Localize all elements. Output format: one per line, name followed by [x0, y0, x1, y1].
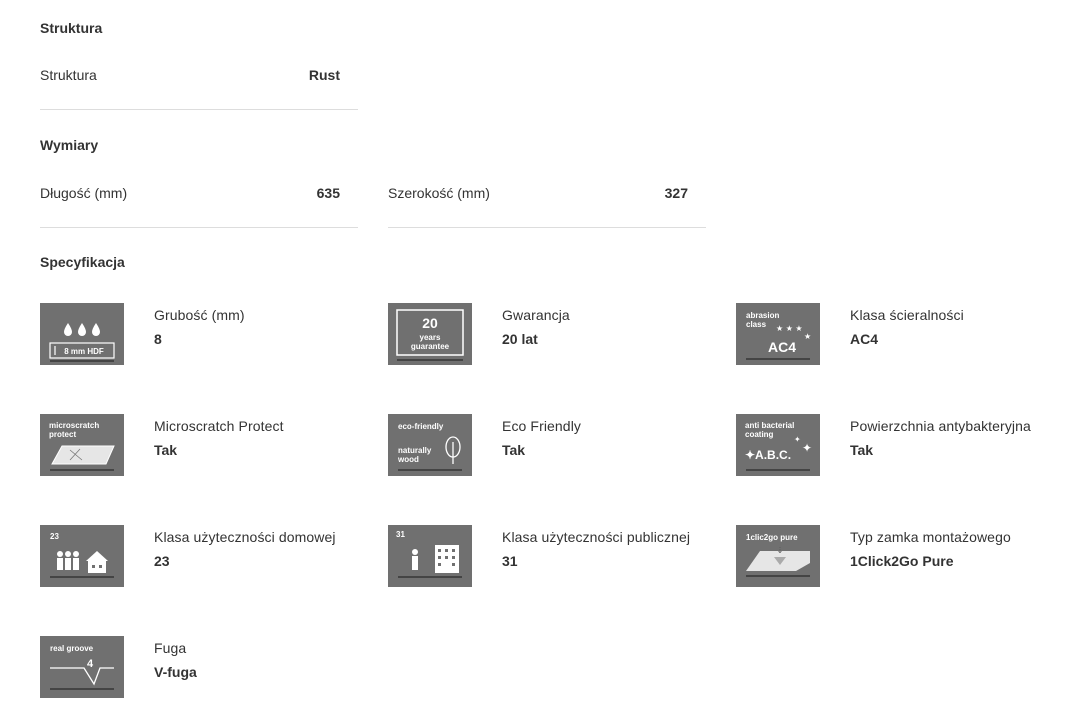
- width-value: 327: [664, 185, 688, 201]
- spec-value: 31: [502, 553, 518, 569]
- spec-label: Fuga: [154, 640, 187, 656]
- svg-text:⇣: ⇣: [777, 546, 784, 555]
- thickness-icon-text: 8 mm HDF: [64, 347, 104, 356]
- width-row: Szerokość (mm) 327: [388, 185, 706, 228]
- spec-abrasion-class: abrasion class ★ ★ ★ ★ AC4 Klasa ścieral…: [736, 303, 1076, 365]
- svg-text:✦: ✦: [802, 441, 812, 455]
- abrasion-class-icon: abrasion class ★ ★ ★ ★ AC4: [736, 303, 820, 365]
- spec-label: Gwarancja: [502, 307, 570, 323]
- antibacterial-icon: anti bacterial coating ✦A.B.C. ✦ ✦: [736, 414, 820, 476]
- width-label: Szerokość (mm): [388, 185, 490, 201]
- spec-value: 1Click2Go Pure: [850, 553, 954, 569]
- spec-label: Microscratch Protect: [154, 418, 284, 434]
- svg-text:abrasion: abrasion: [746, 311, 779, 320]
- spec-eco-friendly: eco-friendly naturally wood Eco Friendly…: [388, 414, 728, 476]
- spec-value: V-fuga: [154, 664, 197, 680]
- spec-label: Grubość (mm): [154, 307, 245, 323]
- spec-value: Tak: [502, 442, 526, 458]
- svg-text:31: 31: [396, 530, 405, 539]
- svg-text:23: 23: [50, 532, 59, 541]
- spec-value: Tak: [850, 442, 874, 458]
- groove-icon: real groove 4: [40, 636, 124, 698]
- spec-thickness: 8 mm HDF Grubość (mm) 8: [40, 303, 380, 365]
- eco-friendly-icon: eco-friendly naturally wood: [388, 414, 472, 476]
- section-title-specs: Specyfikacja: [40, 254, 125, 270]
- svg-text:microscratch: microscratch: [49, 421, 99, 430]
- svg-text:★: ★: [804, 332, 811, 341]
- lock-type-icon: 1clic2go pure ⇣: [736, 525, 820, 587]
- svg-text:naturally: naturally: [398, 446, 432, 455]
- svg-text:4: 4: [87, 658, 94, 670]
- structure-row: Struktura Rust: [40, 67, 358, 110]
- spec-guarantee: 20 years guarantee Gwarancja 20 lat: [388, 303, 728, 365]
- spec-groove: real groove 4 Fuga V-fuga: [40, 636, 380, 698]
- svg-text:wood: wood: [397, 455, 419, 464]
- svg-text:protect: protect: [49, 430, 76, 439]
- svg-text:AC4: AC4: [768, 339, 796, 355]
- spec-value: 23: [154, 553, 170, 569]
- length-label: Długość (mm): [40, 185, 128, 201]
- spec-label: Eco Friendly: [502, 418, 582, 434]
- spec-label: Klasa użyteczności domowej: [154, 529, 336, 545]
- structure-value: Rust: [308, 67, 340, 83]
- svg-text:real groove: real groove: [50, 644, 94, 653]
- length-value: 635: [316, 185, 340, 201]
- spec-label: Powierzchnia antybakteryjna: [850, 418, 1031, 434]
- spec-value: 20 lat: [502, 331, 538, 347]
- public-use-class-icon: 31: [388, 525, 472, 587]
- domestic-use-class-icon: 23: [40, 525, 124, 587]
- svg-text:class: class: [746, 320, 767, 329]
- spec-microscratch: microscratch protect Microscratch Protec…: [40, 414, 380, 476]
- length-row: Długość (mm) 635: [40, 185, 358, 228]
- svg-text:years: years: [420, 333, 441, 342]
- spec-value: 8: [154, 331, 162, 347]
- spec-label: Klasa ścieralności: [850, 307, 964, 323]
- svg-text:coating: coating: [745, 430, 774, 439]
- svg-text:anti bacterial: anti bacterial: [745, 421, 794, 430]
- thickness-icon: 8 mm HDF: [40, 303, 124, 365]
- spec-public-use-class: 31 Klasa użyteczności publicznej 31: [388, 525, 728, 587]
- lock-type-icon-text: 1clic2go pure: [746, 533, 798, 542]
- spec-domestic-use-class: 23 Klasa użyteczności domowej 23: [40, 525, 380, 587]
- svg-text:20: 20: [422, 315, 438, 331]
- guarantee-icon: 20 years guarantee: [388, 303, 472, 365]
- microscratch-icon: microscratch protect: [40, 414, 124, 476]
- svg-text:✦: ✦: [794, 435, 801, 444]
- spec-label: Typ zamka montażowego: [850, 529, 1011, 545]
- svg-text:guarantee: guarantee: [411, 342, 450, 351]
- structure-label: Struktura: [40, 67, 97, 83]
- spec-antibacterial: anti bacterial coating ✦A.B.C. ✦ ✦ Powie…: [736, 414, 1076, 476]
- spec-label: Klasa użyteczności publicznej: [502, 529, 691, 545]
- spec-value: AC4: [850, 331, 879, 347]
- spec-lock-type: 1clic2go pure ⇣ Typ zamka montażowego 1C…: [736, 525, 1076, 587]
- svg-text:✦A.B.C.: ✦A.B.C.: [745, 448, 791, 462]
- svg-text:eco-friendly: eco-friendly: [398, 422, 444, 431]
- svg-text:★ ★ ★: ★ ★ ★: [776, 324, 803, 333]
- section-title-structure: Struktura: [40, 20, 103, 36]
- spec-value: Tak: [154, 442, 178, 458]
- section-title-dimensions: Wymiary: [40, 137, 99, 153]
